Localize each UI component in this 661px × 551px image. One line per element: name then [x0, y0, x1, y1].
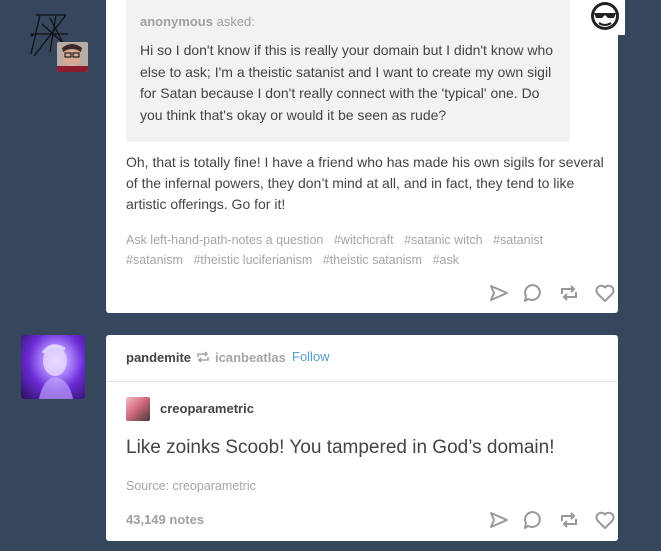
tag[interactable]: #satanism: [126, 253, 183, 267]
person-photo: [57, 42, 88, 72]
tag[interactable]: #satanist: [493, 233, 543, 247]
source-link[interactable]: Source: creoparametric: [126, 479, 256, 493]
tag[interactable]: #witchcraft: [334, 233, 394, 247]
tag[interactable]: #theistic satanism: [323, 253, 422, 267]
share-icon[interactable]: [488, 282, 510, 304]
reblog-icon[interactable]: [558, 509, 580, 531]
post-header: pandemite icanbeatlas Follow: [106, 335, 618, 382]
reblog-icon: [196, 350, 210, 364]
post-actions: [488, 282, 618, 306]
tag-list: Ask left-hand-path-notes a question #wit…: [126, 230, 596, 270]
post-username[interactable]: pandemite: [126, 350, 191, 365]
reply-icon[interactable]: [522, 509, 544, 531]
reblogger-avatar[interactable]: [57, 42, 88, 72]
ask-post-card: anonymous asked: Hi so I don't know if t…: [106, 0, 618, 313]
reblog-post-card: pandemite icanbeatlas Follow creoparamet…: [106, 335, 618, 541]
pandemite-avatar[interactable]: [21, 335, 85, 399]
reblog-icon[interactable]: [558, 282, 580, 304]
question-box: anonymous asked: Hi so I don't know if t…: [126, 0, 570, 142]
answer-text: Oh, that is totally fine! I have a frien…: [126, 154, 604, 212]
statue-photo: [39, 344, 73, 399]
post-actions: [488, 509, 618, 533]
sunglasses-face-icon: [591, 2, 619, 30]
post-text: Like zoinks Scoob! You tampered in God’s…: [126, 437, 555, 458]
asker-line: anonymous asked:: [140, 14, 255, 29]
like-icon[interactable]: [594, 509, 616, 531]
ask-link[interactable]: Ask left-hand-path-notes a question: [126, 233, 323, 247]
notes-count[interactable]: 43,149 notes: [126, 512, 204, 527]
question-text: Hi so I don't know if this is really you…: [140, 42, 554, 123]
tag[interactable]: #satanic witch: [404, 233, 483, 247]
original-poster-name[interactable]: creoparametric: [160, 401, 254, 416]
reply-icon[interactable]: [522, 282, 544, 304]
anonymous-avatar: [585, 0, 625, 35]
reblogged-from[interactable]: icanbeatlas: [215, 350, 286, 365]
share-icon[interactable]: [488, 509, 510, 531]
follow-button[interactable]: Follow: [292, 349, 330, 364]
tag[interactable]: #ask: [433, 253, 459, 267]
asker-name: anonymous: [140, 14, 213, 29]
asked-label: asked:: [216, 14, 255, 29]
like-icon[interactable]: [594, 282, 616, 304]
original-poster-avatar[interactable]: [126, 397, 150, 421]
tag[interactable]: #theistic luciferianism: [193, 253, 312, 267]
